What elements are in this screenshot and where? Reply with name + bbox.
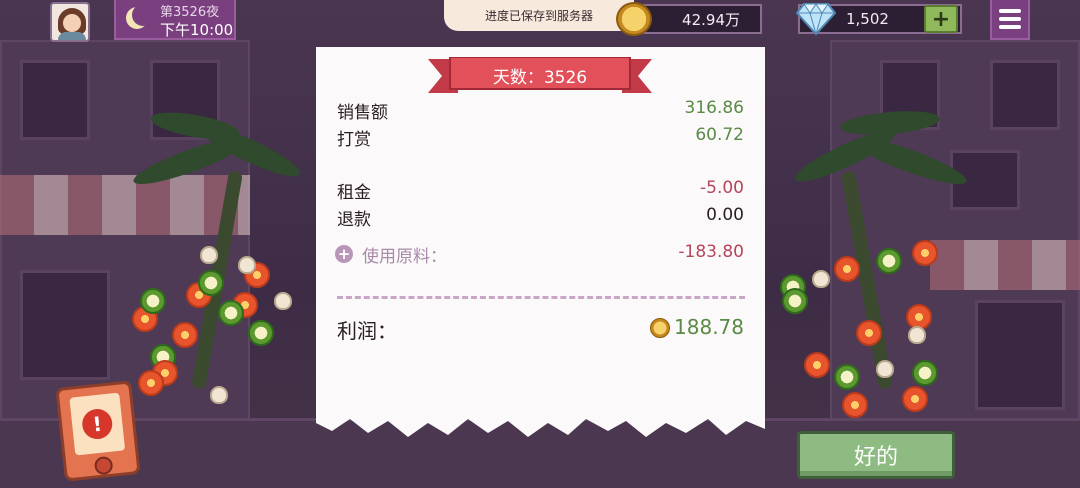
awning bbox=[930, 240, 1080, 290]
window bbox=[975, 300, 1065, 410]
expand-materials-icon[interactable]: + bbox=[335, 245, 353, 263]
garlic-clove bbox=[238, 256, 256, 274]
pepper-slice bbox=[198, 270, 224, 296]
garlic-clove bbox=[210, 386, 228, 404]
save-toast: 进度已保存到服务器 bbox=[444, 0, 634, 31]
add-gems-button[interactable]: + bbox=[924, 5, 958, 33]
tomato-slice bbox=[842, 392, 868, 418]
player-avatar[interactable] bbox=[50, 2, 90, 42]
window bbox=[20, 60, 90, 140]
gem-icon bbox=[796, 3, 836, 36]
sales-label: 销售额 bbox=[337, 103, 388, 123]
alert-card-button[interactable]: ! bbox=[55, 380, 141, 482]
tips-value: 60.72 bbox=[695, 125, 744, 145]
rent-label: 租金 bbox=[337, 183, 371, 203]
night-counter: 第3526夜 bbox=[160, 5, 220, 20]
pepper-slice bbox=[140, 288, 166, 314]
pepper-slice bbox=[218, 300, 244, 326]
rent-value: -5.00 bbox=[700, 178, 744, 198]
day-time-panel: 第3526夜 下午10:00 bbox=[114, 0, 236, 40]
refund-value: 0.00 bbox=[706, 205, 744, 225]
pepper-slice bbox=[912, 360, 938, 386]
garlic-clove bbox=[812, 270, 830, 288]
pepper-slice bbox=[834, 364, 860, 390]
ok-button[interactable]: 好的 bbox=[797, 431, 955, 479]
pepper-slice bbox=[782, 288, 808, 314]
profit-label: 利润： bbox=[337, 319, 397, 343]
clock-time: 下午10:00 bbox=[160, 21, 234, 39]
sales-value: 316.86 bbox=[684, 98, 744, 118]
tips-label: 打赏 bbox=[337, 130, 371, 150]
gem-amount: 1,502 bbox=[846, 10, 889, 28]
coin-icon bbox=[650, 318, 670, 338]
tomato-slice bbox=[856, 320, 882, 346]
garlic-clove bbox=[200, 246, 218, 264]
coin-amount: 42.94万 bbox=[682, 10, 740, 29]
materials-value: -183.80 bbox=[678, 242, 744, 262]
materials-label[interactable]: 使用原料： bbox=[362, 242, 447, 267]
plus-icon: + bbox=[931, 6, 951, 32]
alert-icon: ! bbox=[80, 407, 114, 441]
alert-dot-icon bbox=[93, 455, 114, 476]
tomato-slice bbox=[912, 240, 938, 266]
coin-icon bbox=[616, 2, 652, 36]
tomato-slice bbox=[172, 322, 198, 348]
window bbox=[20, 270, 110, 380]
menu-icon bbox=[999, 9, 1021, 13]
garlic-clove bbox=[274, 292, 292, 310]
garlic-clove bbox=[908, 326, 926, 344]
moon-icon bbox=[126, 4, 154, 29]
tomato-slice bbox=[834, 256, 860, 282]
window bbox=[990, 60, 1060, 130]
tomato-slice bbox=[804, 352, 830, 378]
profit-value: 188.78 bbox=[674, 315, 744, 339]
pepper-slice bbox=[248, 320, 274, 346]
garlic-clove bbox=[876, 360, 894, 378]
menu-button[interactable] bbox=[990, 0, 1030, 40]
awning bbox=[0, 175, 250, 235]
day-banner: 天数：3526 bbox=[492, 67, 588, 88]
refund-label: 退款 bbox=[337, 210, 371, 230]
tomato-slice bbox=[902, 386, 928, 412]
pepper-slice bbox=[876, 248, 902, 274]
receipt-divider bbox=[337, 296, 745, 299]
receipt-torn-edge bbox=[316, 415, 765, 437]
tomato-slice bbox=[138, 370, 164, 396]
